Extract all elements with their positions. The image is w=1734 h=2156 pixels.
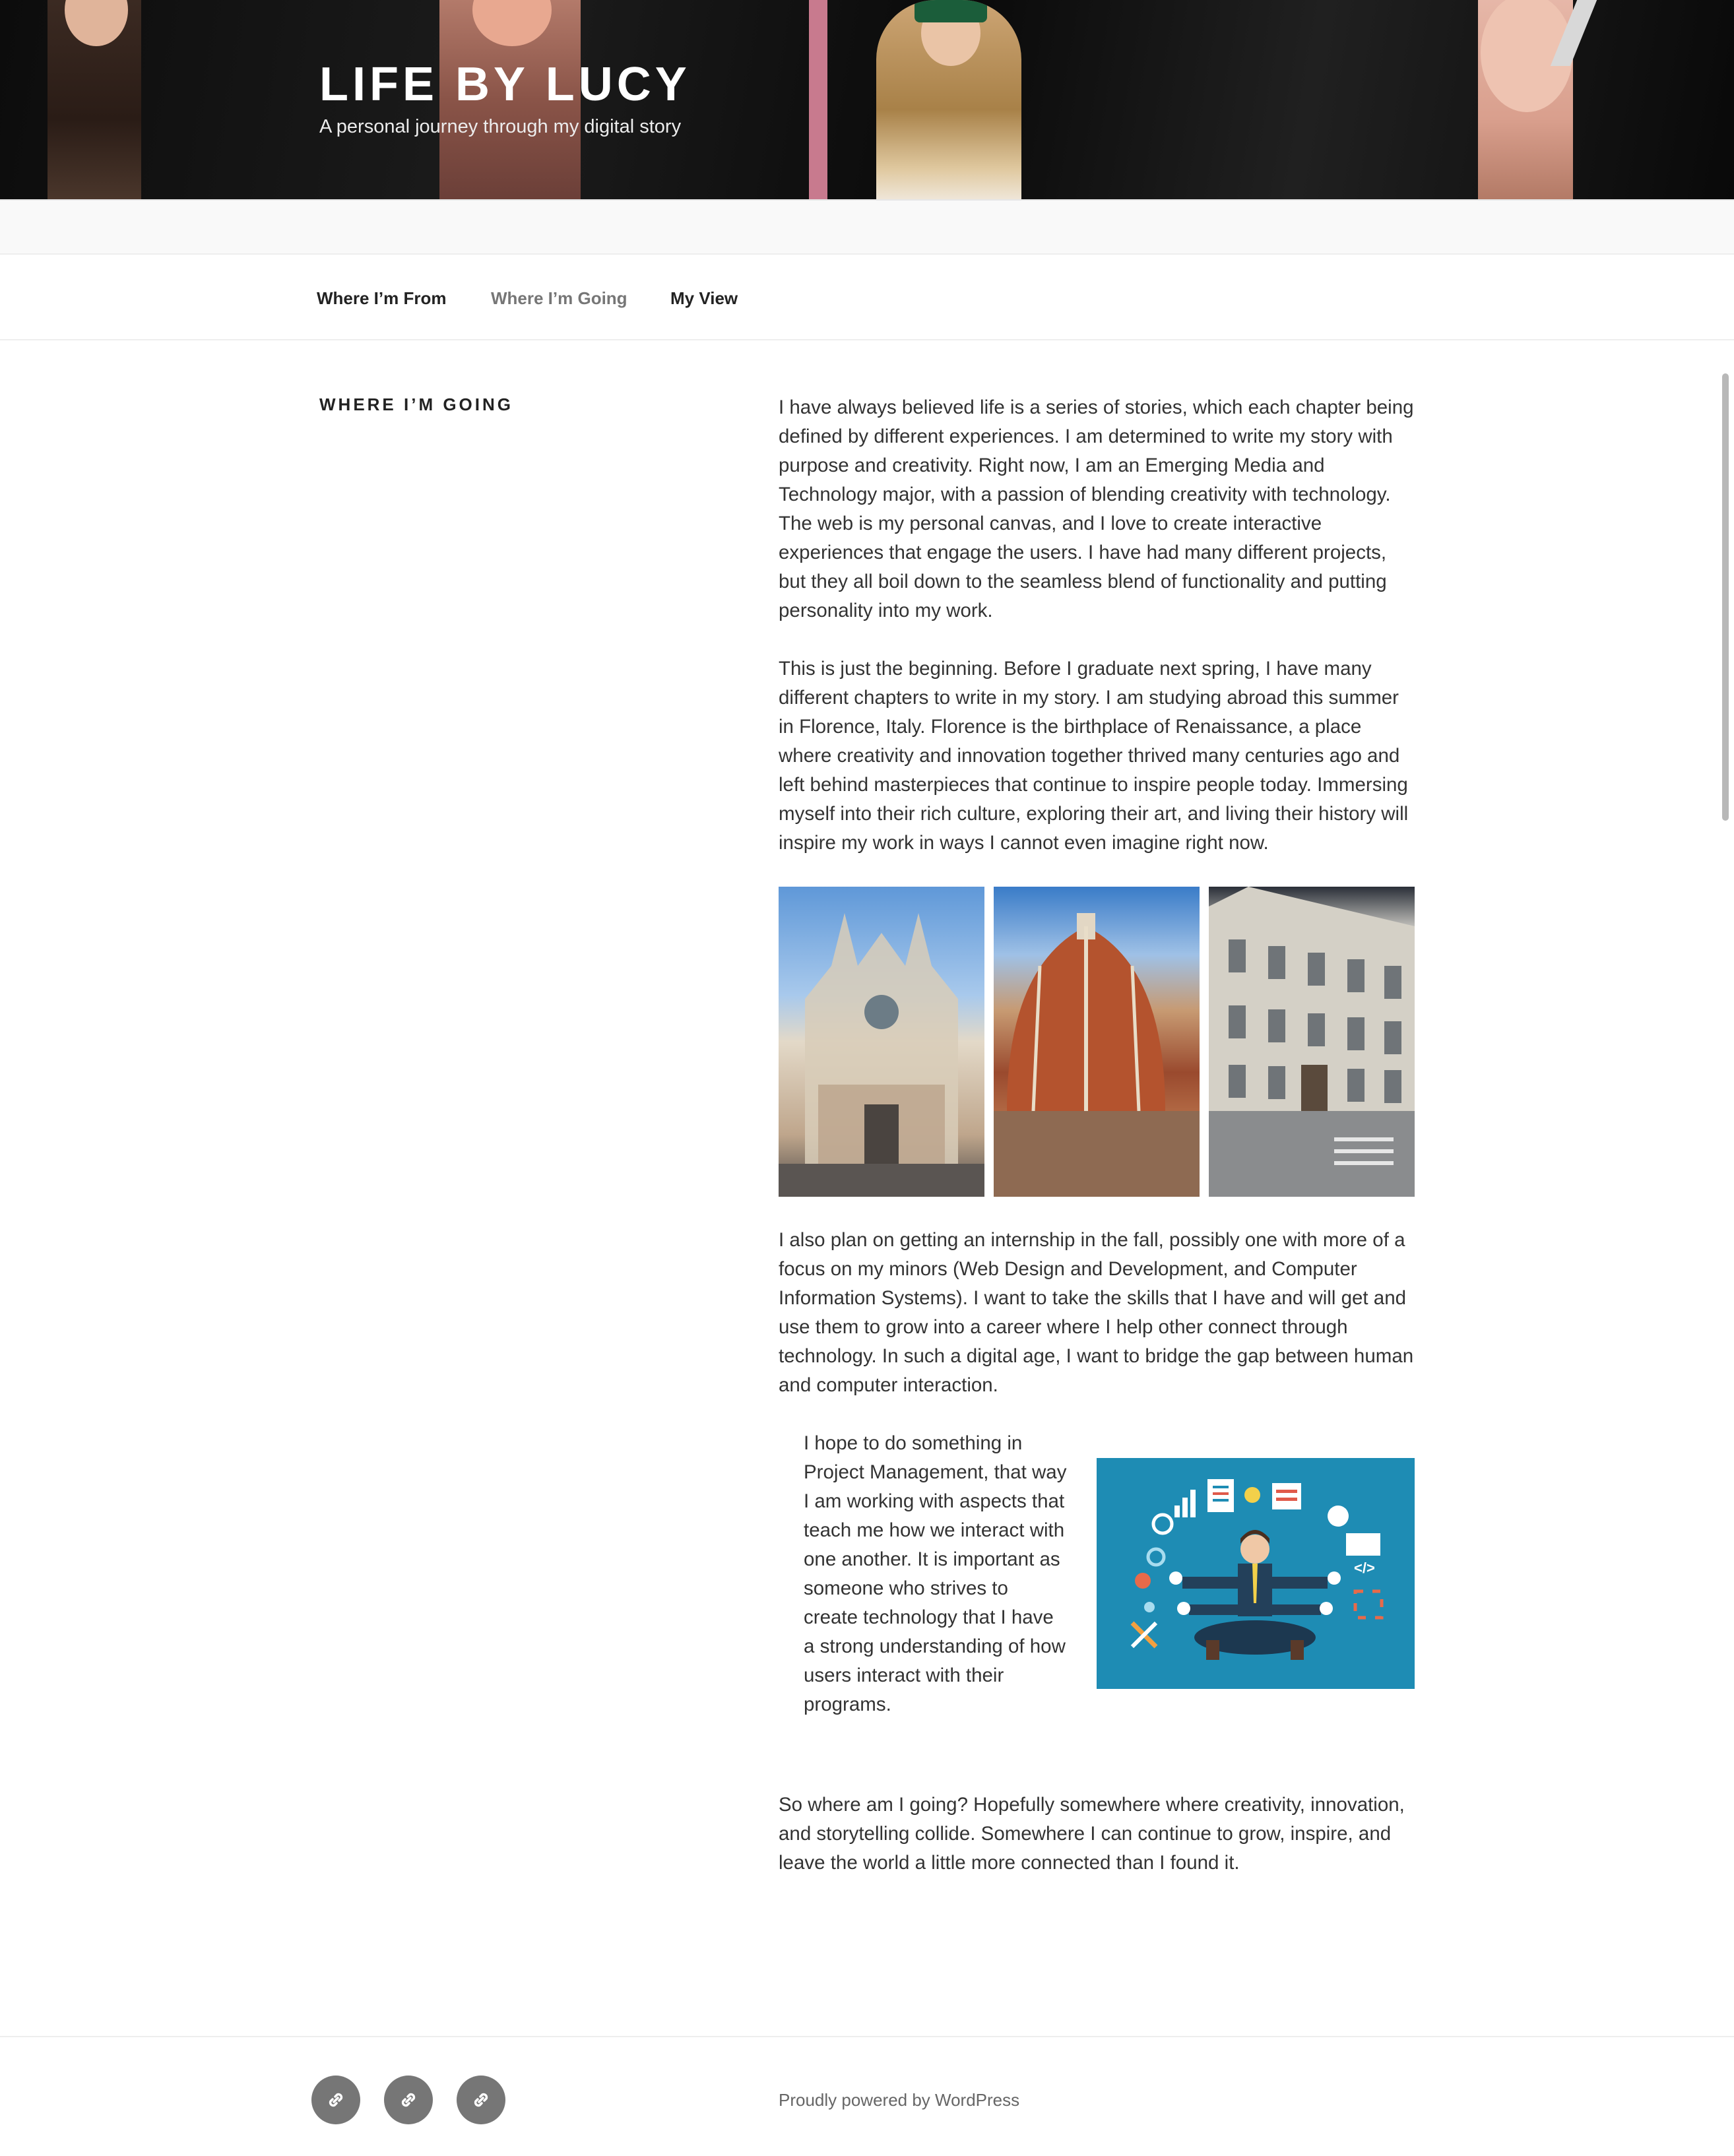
- powered-by-link[interactable]: Proudly powered by WordPress: [779, 2089, 1019, 2111]
- site-description: A personal journey through my digital st…: [319, 116, 682, 137]
- florence-building-photo[interactable]: [1209, 887, 1415, 1197]
- main-navigation: Where I’m From Where I’m Going My View: [0, 255, 1734, 340]
- project-manager-illustration[interactable]: </>: [1097, 1458, 1415, 1689]
- cathedral-facade-photo[interactable]: [779, 887, 984, 1197]
- nav-item-where-im-from[interactable]: Where I’m From: [317, 286, 446, 310]
- paragraph: I also plan on getting an internship in …: [779, 1229, 1414, 1396]
- paragraph: So where am I going? Hopefully somewhere…: [779, 1794, 1405, 1874]
- nav-item-my-view[interactable]: My View: [670, 286, 738, 310]
- nav-item-where-im-going[interactable]: Where I’m Going: [491, 286, 627, 310]
- svg-text:</>: </>: [1354, 1560, 1375, 1576]
- media-text-block: I hope to do something in Project Manage…: [779, 1429, 1415, 1761]
- site-title[interactable]: LIFE BY LUCY: [319, 58, 691, 111]
- page-title: WHERE I’M GOING: [319, 395, 513, 414]
- header-photo: [1478, 0, 1573, 199]
- header-spacer: [0, 199, 1734, 255]
- social-link-icon[interactable]: [457, 2076, 505, 2124]
- site-header: LIFE BY LUCY A personal journey through …: [0, 0, 1734, 199]
- image-gallery: [779, 887, 1415, 1197]
- entry-content: I have always believed life is a series …: [779, 393, 1415, 1907]
- paragraph: I have always believed life is a series …: [779, 396, 1414, 621]
- social-link-icon[interactable]: [384, 2076, 433, 2124]
- header-photo: [48, 0, 141, 199]
- header-photo: [876, 0, 1021, 199]
- scrollbar-thumb[interactable]: [1722, 373, 1729, 821]
- social-link-icon[interactable]: [311, 2076, 360, 2124]
- media-text-paragraph: I hope to do something in Project Manage…: [804, 1432, 1067, 1715]
- header-photo-strip: [809, 0, 827, 199]
- site-footer: Proudly powered by WordPress: [0, 2036, 1734, 2156]
- duomo-dome-photo[interactable]: [994, 887, 1200, 1197]
- paragraph: This is just the beginning. Before I gra…: [779, 658, 1409, 854]
